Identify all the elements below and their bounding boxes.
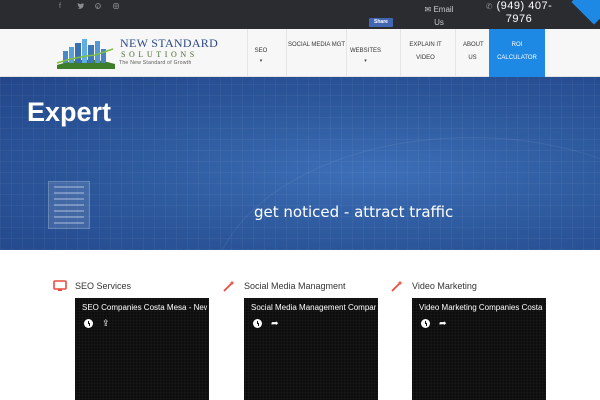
top-bar: f Share ✉ Email Us ✆ (949) 407-7976: [0, 0, 600, 29]
nav-item-websites[interactable]: WEBSITES ▾: [346, 29, 384, 77]
chevron-down-icon: ▾: [364, 58, 367, 64]
share-arrow-icon[interactable]: ➦: [271, 318, 281, 328]
nav-item-label: SEO: [254, 48, 268, 54]
video-title[interactable]: Social Media Management Compan: [251, 303, 376, 312]
chevron-down-icon: ▾: [259, 58, 263, 64]
share-label: Share: [374, 19, 388, 25]
watch-later-icon[interactable]: [84, 319, 93, 328]
nav-item-label: ABOUT US: [463, 42, 484, 61]
twitter-icon[interactable]: [77, 2, 84, 11]
phone-link[interactable]: ✆ (949) 407-7976: [478, 0, 560, 26]
site-logo[interactable]: NEW STANDARD SOLUTIONS The New Standard …: [55, 35, 219, 71]
hero-title: Expert: [27, 97, 112, 127]
watch-later-icon[interactable]: [253, 319, 262, 328]
roi-label: ROI CALCULATOR: [497, 42, 537, 61]
phone-number: (949) 407-7976: [496, 0, 553, 25]
service-card-seo: SEO Services SEO Companies Costa Mesa - …: [53, 278, 223, 400]
service-card-video-marketing: Video Marketing Video Marketing Companie…: [390, 278, 560, 400]
email-link[interactable]: ✉ Email Us: [421, 3, 457, 29]
service-card-social-media: Social Media Managment Social Media Mana…: [222, 278, 392, 400]
instagram-icon[interactable]: [113, 3, 119, 11]
nav-item-social-media[interactable]: SOCIAL MEDIA MGT: [286, 29, 346, 77]
nav-item-seo[interactable]: SEO ▾: [247, 29, 274, 77]
share-icon[interactable]: ⇪: [102, 318, 112, 328]
logo-tagline: The New Standard of Growth: [119, 60, 192, 66]
nav-item-label: WEBSITES: [349, 48, 381, 54]
main-navbar: NEW STANDARD SOLUTIONS The New Standard …: [0, 29, 600, 77]
nav-item-label: EXPLAIN IT VIDEO: [409, 42, 442, 61]
video-player[interactable]: SEO Companies Costa Mesa - New ⇪: [75, 298, 209, 400]
service-title: Social Media Managment: [244, 281, 346, 291]
phone-icon: ✆: [485, 2, 493, 11]
video-title[interactable]: SEO Companies Costa Mesa - New: [82, 303, 207, 312]
logo-line-1: NEW STANDARD: [120, 36, 219, 50]
monitor-icon: [53, 280, 67, 291]
nav-item-roi-calculator[interactable]: ROI CALCULATOR: [489, 29, 545, 77]
document-graphic: [48, 181, 90, 229]
video-player[interactable]: Social Media Management Compan ➦: [244, 298, 378, 400]
city-skyline-icon: [56, 39, 115, 69]
magic-wand-icon: [391, 280, 403, 292]
video-title[interactable]: Video Marketing Companies Costa: [419, 303, 544, 312]
logo-line-2: SOLUTIONS: [121, 50, 198, 59]
nav-item-label: SOCIAL MEDIA MGT: [287, 42, 346, 48]
share-arrow-icon[interactable]: ➦: [439, 318, 449, 328]
hero-banner: Expert get noticed - attract traffic: [0, 77, 600, 250]
email-label: Email Us: [433, 5, 454, 27]
pinterest-icon[interactable]: [95, 3, 101, 11]
nav-item-explain-it-video[interactable]: EXPLAIN IT VIDEO: [400, 29, 450, 77]
watch-later-icon[interactable]: [421, 319, 430, 328]
corner-ribbon: [560, 0, 600, 29]
facebook-icon[interactable]: f: [59, 3, 61, 10]
envelope-icon: ✉: [424, 5, 432, 14]
nav-item-about-us[interactable]: ABOUT US: [455, 29, 489, 77]
magic-wand-icon: [223, 280, 235, 292]
hero-subtitle: get noticed - attract traffic: [254, 203, 454, 221]
facebook-share-button[interactable]: Share: [369, 18, 393, 27]
video-player[interactable]: Video Marketing Companies Costa ➦: [412, 298, 546, 400]
service-title: SEO Services: [75, 281, 132, 291]
service-title: Video Marketing: [412, 281, 477, 291]
